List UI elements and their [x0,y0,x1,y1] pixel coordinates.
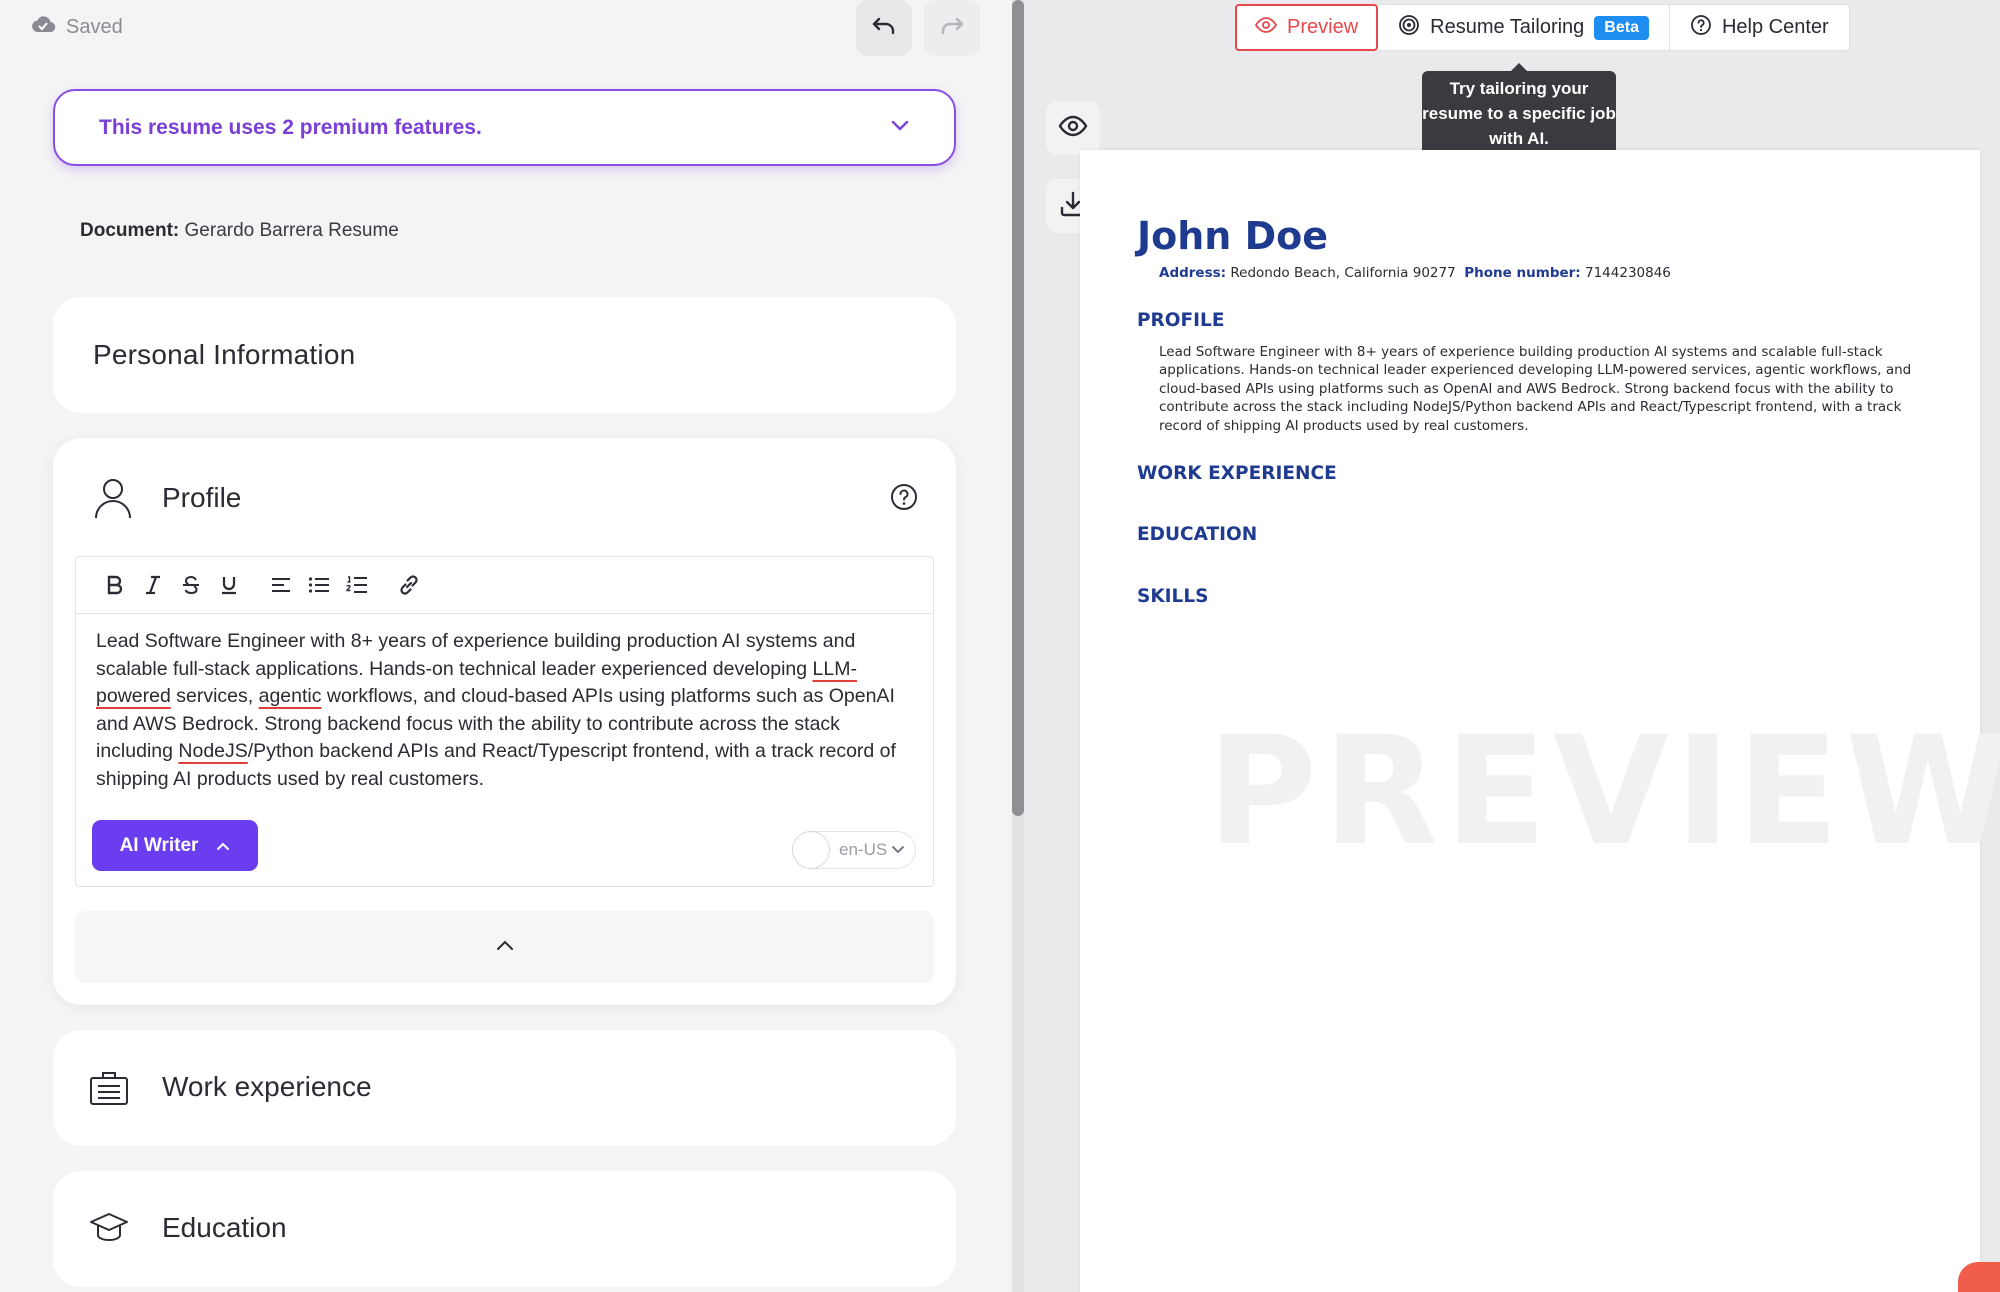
preview-panel: Preview Resume Tailoring Beta Help Cente… [1024,0,2000,1292]
work-experience-title: Work experience [162,1071,372,1102]
toggle-preview-button[interactable] [1046,101,1100,155]
address-value: Redondo Beach, California 90277 [1230,265,1456,281]
redo-button[interactable] [924,0,980,56]
editor-panel: Saved This resume uses 2 premium feature… [0,0,1012,1292]
tab-preview[interactable]: Preview [1235,4,1379,51]
scrollbar-thumb[interactable] [1012,0,1024,816]
tab-help-center-label: Help Center [1721,16,1829,38]
work-experience-section[interactable]: Work experience [53,1030,956,1146]
resume-contact: Address: Redondo Beach, California 90277… [1159,265,1671,281]
chevron-down-icon [891,841,905,859]
resume-profile-text: Lead Software Engineer with 8+ years of … [1159,344,1912,434]
bullet-list-icon[interactable] [300,566,338,604]
briefcase-icon [89,1070,129,1111]
spellcheck-word[interactable]: agentic [259,685,322,707]
ai-writer-label: AI Writer [119,834,199,856]
resume-profile-heading: PROFILE [1137,310,1225,331]
editor-toolbar [76,557,933,614]
numbered-list-icon[interactable] [338,566,376,604]
graduation-cap-icon [89,1211,129,1250]
align-left-icon[interactable] [262,566,300,604]
chat-launcher-button[interactable] [1958,1262,2000,1292]
personal-information-title: Personal Information [93,339,356,370]
spellcheck-word[interactable]: NodeJS [178,740,247,762]
document-name[interactable]: Gerardo Barrera Resume [185,220,399,241]
phone-value: 7144230846 [1585,265,1671,281]
phone-label: Phone number: [1464,265,1581,281]
language-value: en-US [839,840,888,859]
person-icon [91,476,135,525]
help-circle-icon[interactable] [889,482,919,517]
education-section[interactable]: Education [53,1171,956,1287]
personal-information-section[interactable]: Personal Information [53,297,956,413]
link-icon[interactable] [390,566,428,604]
chevron-up-icon [216,835,230,857]
preview-watermark: PREVIEW [1207,705,2000,879]
eye-icon [1058,115,1088,142]
address-label: Address: [1159,265,1227,281]
profile-title: Profile [162,482,242,513]
premium-banner-text: This resume uses 2 premium features. [99,115,482,139]
underline-icon[interactable] [210,566,248,604]
tab-resume-tailoring-label: Resume Tailoring [1430,16,1585,38]
resume-work-heading: WORK EXPERIENCE [1137,463,1337,484]
resume-preview-page: PREVIEW John Doe Address: Redondo Beach,… [1080,150,2000,1292]
help-circle-icon [1690,14,1712,42]
education-title: Education [162,1212,287,1243]
resume-skills-heading: SKILLS [1137,586,1209,607]
collapse-section-button[interactable] [75,911,934,983]
spellcheck-toggle[interactable] [792,831,830,869]
editor-scrollbar[interactable] [1012,0,1024,1292]
profile-text-area[interactable]: Lead Software Engineer with 8+ years of … [76,614,933,793]
strikethrough-icon[interactable] [172,566,210,604]
bold-icon[interactable] [96,566,134,604]
tab-resume-tailoring[interactable]: Resume Tailoring Beta [1378,5,1670,50]
document-label: Document: [80,220,180,241]
tab-help-center[interactable]: Help Center [1670,5,1849,50]
undo-button[interactable] [856,0,912,56]
premium-features-banner[interactable]: This resume uses 2 premium features. [53,89,956,166]
preview-tabs: Preview Resume Tailoring Beta Help Cente… [1235,4,1850,51]
undo-icon [871,15,897,42]
chevron-down-icon [890,119,910,137]
redo-icon [939,15,965,42]
saved-label: Saved [66,15,123,38]
document-name-line: Document: Gerardo Barrera Resume [80,220,399,242]
italic-icon[interactable] [134,566,172,604]
chevron-up-icon [496,938,514,956]
language-selector[interactable]: en-US [792,831,916,869]
save-status: Saved [30,14,123,40]
resume-name: John Doe [1137,214,1329,258]
profile-text-part: services, [170,685,259,707]
rich-text-editor: Lead Software Engineer with 8+ years of … [75,556,934,887]
eye-icon [1254,16,1278,39]
cloud-check-icon [30,14,56,40]
target-icon [1398,14,1420,42]
ai-writer-button[interactable]: AI Writer [92,820,258,871]
profile-text-part: Lead Software Engineer with 8+ years of … [96,630,856,680]
tailoring-tooltip: Try tailoring your resume to a specific … [1422,63,1616,157]
tab-preview-label: Preview [1287,16,1359,38]
profile-section: Profile Lead Software Engineer with 8+ y… [53,438,956,1005]
beta-badge: Beta [1594,15,1649,40]
resume-education-heading: EDUCATION [1137,524,1258,545]
